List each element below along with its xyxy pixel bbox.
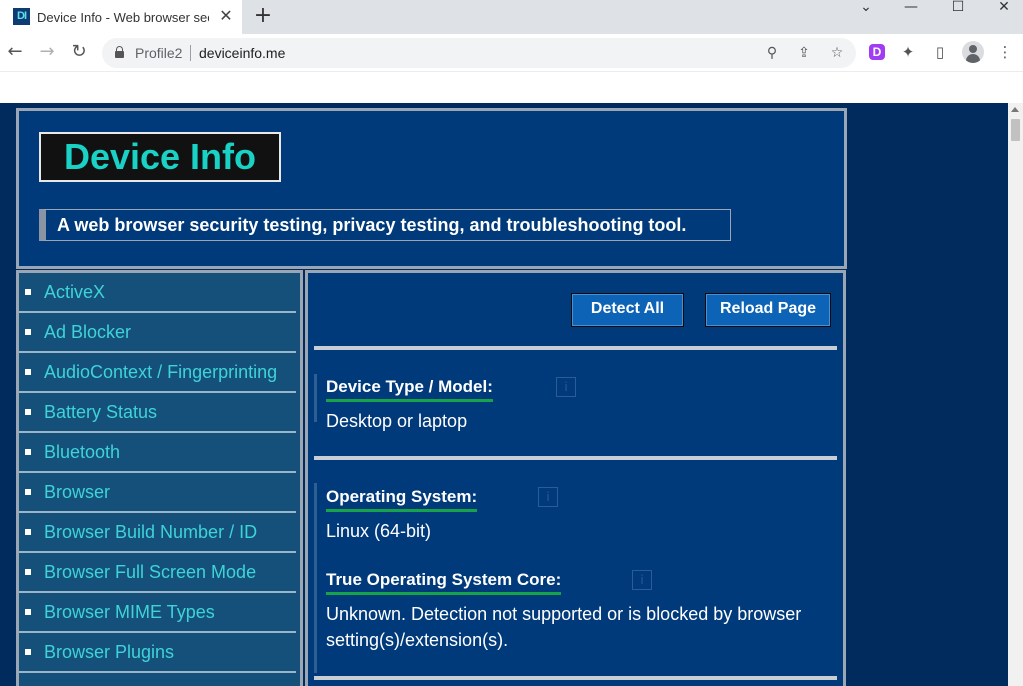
window-close-icon[interactable]: ✕	[984, 0, 1023, 14]
scroll-up-arrow-icon[interactable]	[1011, 107, 1019, 112]
device-type-value: Desktop or laptop	[326, 411, 468, 431]
sidebar-item-label[interactable]: AudioContext / Fingerprinting	[44, 362, 277, 383]
bullet-icon	[25, 329, 31, 335]
sidebar-nav: ActiveX Ad Blocker AudioContext / Finger…	[16, 270, 303, 686]
sidebar-item-browser-full-screen[interactable]: Browser Full Screen Mode	[19, 553, 296, 593]
sidebar-item-label[interactable]: Browser Full Screen Mode	[44, 562, 256, 583]
sidebar-item-label[interactable]: Browser	[44, 482, 110, 503]
bullet-icon	[25, 409, 31, 415]
browser-menu-icon[interactable]: ⋮	[995, 42, 1015, 62]
sidebar-item-label[interactable]: Battery Status	[44, 402, 157, 423]
maximize-icon[interactable]: ☐	[938, 0, 978, 14]
sidebar-item-audiocontext[interactable]: AudioContext / Fingerprinting	[19, 353, 296, 393]
main-panel: Detect All Reload Page Device Type / Mod…	[305, 270, 846, 686]
bullet-icon	[25, 489, 31, 495]
detect-all-button[interactable]: Detect All	[571, 293, 684, 327]
bookmark-star-icon[interactable]: ☆	[828, 44, 846, 62]
sidebar-item-bluetooth[interactable]: Bluetooth	[19, 433, 296, 473]
scroll-thumb[interactable]	[1011, 119, 1020, 141]
section-accent-bar	[314, 374, 317, 422]
bullet-icon	[25, 449, 31, 455]
sidebar-item-label[interactable]: Browser Plugins	[44, 642, 174, 663]
sidebar-item-label[interactable]: ActiveX	[44, 282, 105, 303]
true-os-core-value: Unknown. Detection not supported or is b…	[326, 604, 802, 650]
new-tab-button[interactable]: +	[252, 4, 274, 28]
bullet-icon	[25, 569, 31, 575]
bullet-icon	[25, 649, 31, 655]
profile-label: Profile2	[135, 45, 183, 61]
tab-strip: DI Device Info - Web browser security ✕ …	[0, 0, 1023, 34]
sidebar-item-browser-mime-types[interactable]: Browser MIME Types	[19, 593, 296, 633]
site-logo[interactable]: Device Info	[39, 132, 281, 182]
page-scrollbar[interactable]	[1008, 103, 1023, 686]
tab-title: Device Info - Web browser security	[37, 10, 209, 25]
sidebar-item-ad-blocker[interactable]: Ad Blocker	[19, 313, 296, 353]
sidebar-item-label[interactable]: Ad Blocker	[44, 322, 131, 343]
sidebar-item-label[interactable]: Bluetooth	[44, 442, 120, 463]
info-icon[interactable]: i	[632, 570, 652, 590]
sidebar-item-label[interactable]: Browser Build Number / ID	[44, 522, 257, 543]
site-tagline: A web browser security testing, privacy …	[39, 209, 731, 241]
sidebar-item-browser-plugins[interactable]: Browser Plugins	[19, 633, 296, 673]
extensions-puzzle-icon[interactable]: ✦	[898, 42, 918, 62]
sidebar-item-label[interactable]: Browser MIME Types	[44, 602, 215, 623]
section-accent-bar	[314, 483, 317, 673]
sidebar-item-browser-build-number[interactable]: Browser Build Number / ID	[19, 513, 296, 553]
tab-search-icon[interactable]: ⌄	[846, 0, 886, 14]
true-os-core-label: True Operating System Core:	[326, 570, 562, 595]
extension-d-icon[interactable]: D	[869, 44, 885, 60]
sidebar-item-activex[interactable]: ActiveX	[19, 273, 296, 313]
sidebar-item-browser[interactable]: Browser	[19, 473, 296, 513]
back-icon[interactable]: ←	[3, 40, 27, 64]
browser-tab[interactable]: DI Device Info - Web browser security ✕	[0, 0, 242, 34]
info-icon[interactable]: i	[556, 377, 576, 397]
browser-toolbar: ← → ↻ Profile2 deviceinfo.me ⚲ ⇪ ☆ D ✦ ▯…	[0, 34, 1023, 72]
lock-icon[interactable]	[115, 46, 124, 58]
search-icon[interactable]: ⚲	[763, 44, 781, 62]
reload-page-button[interactable]: Reload Page	[705, 293, 831, 327]
operating-system-value: Linux (64-bit)	[326, 521, 432, 541]
device-type-label: Device Type / Model:	[326, 377, 493, 402]
site-header: Device Info A web browser security testi…	[16, 108, 847, 269]
forward-icon[interactable]: →	[35, 40, 59, 64]
profile-avatar-icon[interactable]	[962, 41, 984, 63]
side-panel-icon[interactable]: ▯	[930, 42, 950, 62]
bullet-icon	[25, 289, 31, 295]
section-divider	[314, 456, 837, 460]
info-icon[interactable]: i	[538, 487, 558, 507]
tab-close-icon[interactable]: ✕	[217, 7, 235, 25]
section-divider	[314, 346, 837, 350]
omnibox-divider	[190, 45, 191, 61]
minimize-icon[interactable]: —	[891, 0, 931, 14]
reload-icon[interactable]: ↻	[67, 40, 91, 64]
site-favicon-icon: DI	[13, 8, 30, 25]
operating-system-label: Operating System:	[326, 487, 478, 512]
bullet-icon	[25, 529, 31, 535]
address-bar[interactable]: Profile2 deviceinfo.me ⚲ ⇪ ☆	[102, 38, 856, 68]
bullet-icon	[25, 609, 31, 615]
bullet-icon	[25, 369, 31, 375]
page-viewport: Device Info A web browser security testi…	[0, 103, 1023, 686]
share-icon[interactable]: ⇪	[795, 44, 813, 62]
sidebar-item-battery-status[interactable]: Battery Status	[19, 393, 296, 433]
url-text[interactable]: deviceinfo.me	[199, 45, 285, 61]
section-divider	[314, 676, 837, 680]
